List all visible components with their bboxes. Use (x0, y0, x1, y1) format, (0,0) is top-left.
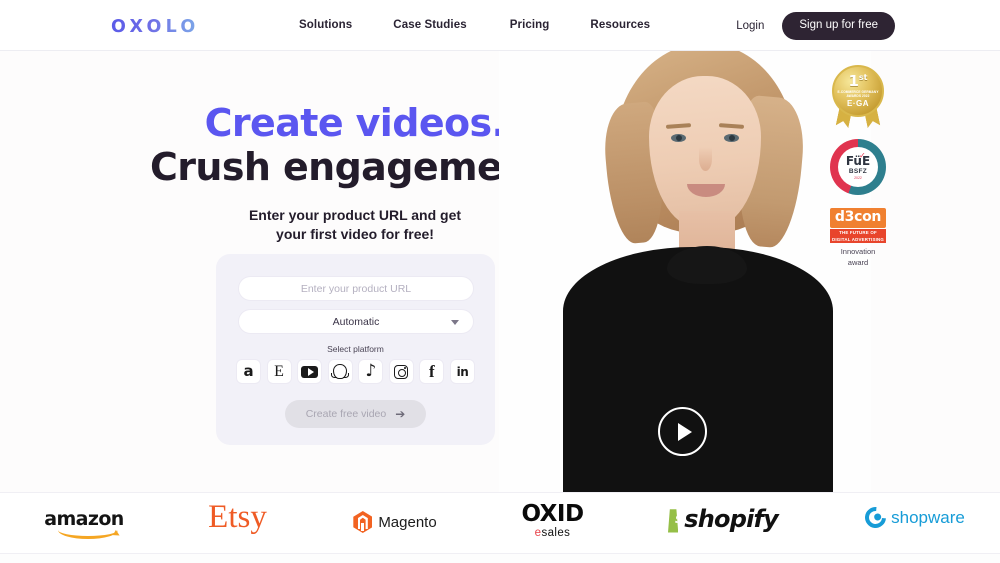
shopware-wordmark: shopware (891, 507, 965, 527)
presenter-pupil-left (676, 135, 682, 141)
award-badges: 1st E-COMMERCE GERMANY AWARDS 2022 E·GA … (828, 65, 888, 268)
fue-bsfz-badge: ✓ FüE BSFZ 2022 (830, 139, 886, 195)
oxid-esales-subtext: esales (534, 527, 571, 539)
brand-logo-oxid-esales: OXID esales (505, 501, 600, 540)
nav-item-resources[interactable]: Resources (590, 19, 650, 31)
youtube-icon (301, 365, 319, 378)
d3con-title: d3con (830, 208, 886, 229)
partner-logo-bar: amazon Etsy Magento OXID esales shopify … (0, 492, 1000, 554)
nav-links: Solutions Case Studies Pricing Resources (299, 19, 650, 31)
platform-youtube-button[interactable] (297, 359, 323, 384)
play-icon (677, 422, 692, 441)
tiktok-icon: ♪ (365, 361, 377, 381)
medal-rank: 1st (848, 72, 868, 90)
magento-icon (353, 511, 373, 533)
shopify-bag-icon (668, 509, 679, 533)
nav-item-solutions[interactable]: Solutions (299, 19, 352, 31)
landing-page: OXOLO Solutions Case Studies Pricing Res… (0, 0, 1000, 563)
snapchat-icon (331, 364, 350, 379)
hero-section: Create videos. Crush engagement. Enter y… (0, 51, 1000, 492)
medal-acronym: E·GA (847, 99, 869, 108)
video-creation-form: Automatic Select platform a E ♪ (216, 254, 495, 445)
fue-sub-text: BSFZ (848, 167, 868, 175)
play-button[interactable] (658, 407, 707, 456)
medal-subtitle: E-COMMERCE GERMANY AWARDS 2022 (837, 90, 879, 98)
d3con-caption-line-1: Innovation (840, 247, 876, 257)
presenter-collar (667, 246, 747, 284)
fue-inner-circle: ✓ FüE BSFZ 2022 (838, 147, 878, 187)
platform-tiktok-button[interactable]: ♪ (358, 359, 384, 384)
facebook-icon: f (429, 362, 435, 381)
arrow-right-icon: ➔ (395, 407, 406, 421)
platform-etsy-button[interactable]: E (266, 359, 292, 384)
magento-wordmark: Magento (378, 513, 437, 531)
login-link[interactable]: Login (736, 20, 764, 32)
shopify-wordmark: shopify (684, 505, 779, 533)
d3con-caption: Innovation award (830, 247, 886, 267)
amazon-wordmark: amazon (44, 508, 124, 530)
top-navigation-bar: OXOLO Solutions Case Studies Pricing Res… (0, 0, 1000, 51)
create-free-video-label: Create free video (305, 408, 387, 420)
nav-item-case-studies[interactable]: Case Studies (393, 19, 466, 31)
oxid-wordmark: OXID (521, 501, 584, 527)
platform-linkedin-button[interactable]: in (449, 359, 475, 384)
brand-logo-magento: Magento (340, 511, 450, 533)
medal-circle: 1st E-COMMERCE GERMANY AWARDS 2022 E·GA (832, 65, 884, 117)
fue-main-text: FüE (845, 153, 871, 168)
instagram-icon (394, 364, 409, 379)
platform-mode-select[interactable]: Automatic (238, 309, 474, 334)
d3con-caption-line-2: award (847, 257, 869, 267)
presenter-pupil-right (729, 135, 735, 141)
chevron-down-icon (451, 320, 459, 325)
platform-icon-row: a E ♪ f in (236, 359, 475, 384)
oxolo-logo[interactable]: OXOLO (111, 17, 199, 37)
create-free-video-button[interactable]: Create free video ➔ (285, 400, 426, 428)
d3con-award-badge: d3con THE FUTURE OF DIGITAL ADVERTISING … (830, 208, 886, 268)
platform-mode-value: Automatic (332, 315, 380, 328)
product-url-input[interactable] (238, 276, 474, 301)
signup-button[interactable]: Sign up for free (782, 12, 895, 40)
brand-logo-shopify: shopify (668, 505, 779, 533)
amazon-smile-icon (58, 530, 118, 539)
d3con-tagline-2: DIGITAL ADVERTISING (830, 236, 886, 244)
platform-amazon-button[interactable]: a (236, 359, 261, 384)
brand-logo-amazon: amazon (36, 510, 132, 539)
select-platform-label: Select platform (327, 344, 384, 354)
platform-facebook-button[interactable]: f (419, 359, 445, 384)
d3con-tagline-1: THE FUTURE OF (830, 229, 886, 237)
hero-video-player[interactable] (499, 51, 871, 492)
etsy-icon: E (274, 362, 284, 380)
check-icon: ✓ (859, 151, 866, 160)
ega-award-badge: 1st E-COMMERCE GERMANY AWARDS 2022 E·GA (829, 65, 887, 129)
platform-snapchat-button[interactable] (327, 359, 353, 384)
brand-logo-shopware: shopware (855, 502, 975, 533)
linkedin-icon: in (456, 364, 469, 379)
amazon-icon: a (243, 362, 254, 380)
nav-actions: Login Sign up for free (736, 12, 895, 40)
etsy-wordmark: Etsy (208, 499, 267, 535)
presenter-nose (699, 147, 712, 171)
platform-instagram-button[interactable] (388, 359, 414, 384)
fue-year: 2022 (854, 175, 862, 180)
nav-item-pricing[interactable]: Pricing (510, 19, 550, 31)
shopware-icon (860, 502, 891, 533)
brand-logo-etsy: Etsy (200, 501, 275, 534)
